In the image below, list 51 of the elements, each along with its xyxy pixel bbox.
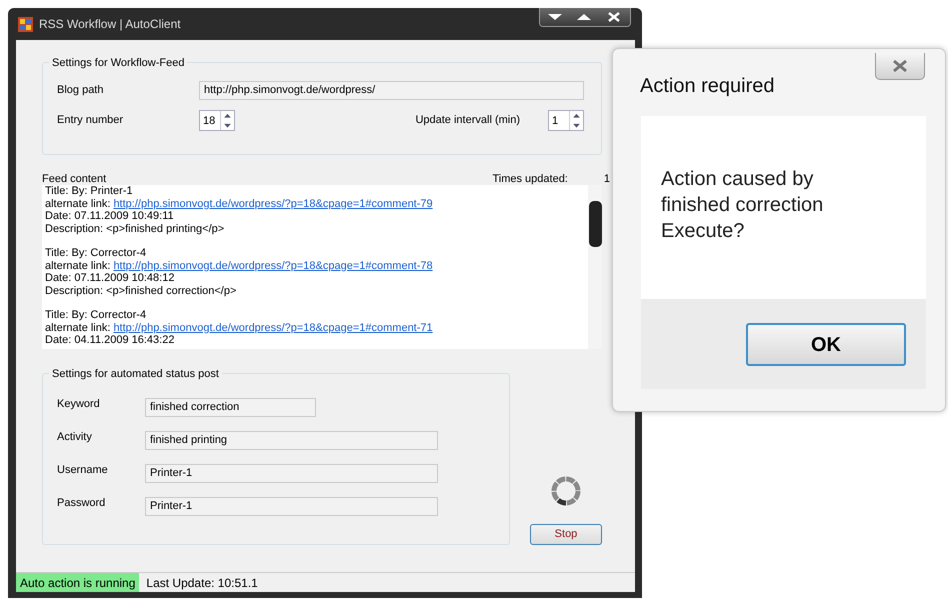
entry-date: Date: 07.11.2009 10:49:11 xyxy=(45,210,174,222)
scrollbar-thumb[interactable] xyxy=(589,201,602,247)
text-field[interactable]: finished correction xyxy=(145,398,316,417)
entry-title: Title: By: Corrector-4 xyxy=(45,309,146,322)
ok-button[interactable]: OK xyxy=(746,323,906,366)
entry-description: Description: <p>finished correction</p> xyxy=(45,284,236,297)
maximize-icon xyxy=(576,14,590,20)
status-indicator: Auto action is running xyxy=(16,573,140,592)
entry-title: Title: By: Corrector-4 xyxy=(45,247,146,260)
field-label: Blog path xyxy=(57,82,104,98)
window-title: RSS Workflow | AutoClient xyxy=(39,16,181,33)
field-label: Entry number xyxy=(57,113,124,128)
entry-date: Date: 07.11.2009 10:48:12 xyxy=(45,272,174,284)
scrollbar[interactable] xyxy=(588,185,602,349)
minimize-icon xyxy=(548,14,562,20)
entry-date: Date: 04.11.2009 16:43:22 xyxy=(45,334,174,346)
field-label: Username xyxy=(57,463,109,478)
field-label: Password xyxy=(57,496,106,512)
dialog-title: Action required xyxy=(640,74,775,99)
text-field[interactable]: Printer-1 xyxy=(145,464,438,483)
group-title: Settings for Workflow-Feed xyxy=(49,55,188,72)
status-text: Last Update: 10:51.1 xyxy=(146,574,258,592)
app-icon xyxy=(18,16,33,32)
section-label: Feed content xyxy=(42,172,106,185)
entry-link[interactable]: http://php.simonvogt.de/wordpress/?p=18&cpage=1#comment-71 xyxy=(113,322,433,334)
field-label: Activity xyxy=(57,430,93,446)
group-title: Settings for automated status post xyxy=(49,366,222,382)
close-icon xyxy=(608,12,620,22)
feed-textbox[interactable] xyxy=(42,185,602,349)
stop-button[interactable]: Stop xyxy=(530,524,602,545)
close-icon xyxy=(891,59,909,73)
link-label: alternate link: xyxy=(45,322,110,334)
text-field[interactable]: Printer-1 xyxy=(145,497,438,516)
link-label: alternate link: xyxy=(45,198,110,210)
entry-number-spinner[interactable]: 18 xyxy=(199,110,235,131)
close-button[interactable] xyxy=(598,8,630,26)
entry-link[interactable]: http://php.simonvogt.de/wordpress/?p=18&cpage=1#comment-78 xyxy=(113,260,433,272)
field-label: Keyword xyxy=(57,397,101,412)
blog-path-field[interactable]: http://php.simonvogt.de/wordpress/ xyxy=(199,80,584,100)
minimize-button[interactable] xyxy=(540,8,569,26)
loading-spinner-icon xyxy=(550,475,582,507)
times-updated-value: 1 xyxy=(604,172,610,185)
field-label: Update intervall (min) xyxy=(415,113,520,128)
entry-title: Title: By: Printer-1 xyxy=(45,185,133,198)
text-field[interactable]: finished printing xyxy=(145,431,438,450)
times-updated-label: Times updated: xyxy=(492,172,568,185)
link-label: alternate link: xyxy=(45,260,110,272)
entry-link[interactable]: http://php.simonvogt.de/wordpress/?p=18&cpage=1#comment-79 xyxy=(113,198,433,210)
update-interval-spinner[interactable]: 1 xyxy=(548,110,584,131)
dialog-message: Action caused by finished correction Execute? xyxy=(661,167,824,244)
entry-description: Description: <p>finished printing</p> xyxy=(45,222,224,235)
